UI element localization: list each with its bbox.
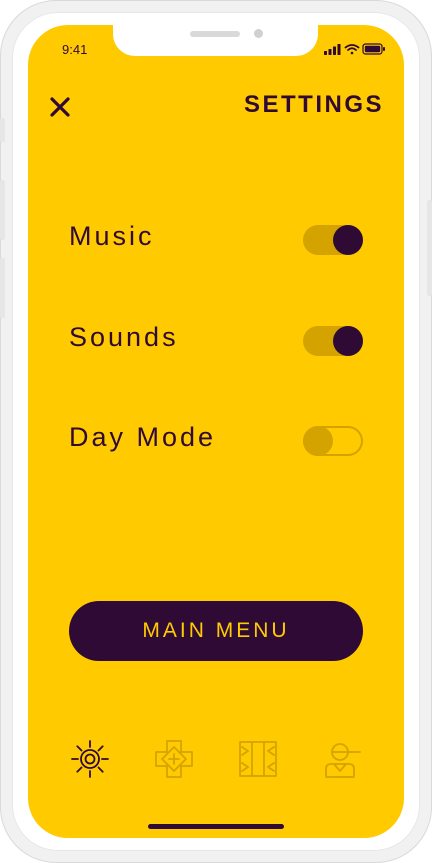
front-camera (254, 29, 263, 38)
dpad-plus-icon (155, 740, 193, 778)
sounds-toggle[interactable] (303, 326, 363, 356)
setting-label-day-mode: Day Mode (69, 422, 217, 452)
signal-icon (324, 44, 341, 55)
wifi-icon (344, 44, 360, 55)
phone-side-button-left-1 (0, 118, 5, 142)
phone-side-button-left-3 (0, 258, 5, 318)
tab-profile[interactable] (320, 737, 364, 781)
sun-settings-icon (71, 740, 109, 778)
setting-row-music: Music (68, 217, 368, 261)
toggle-knob (303, 426, 333, 456)
close-x-icon (50, 97, 70, 117)
tab-board[interactable] (236, 737, 280, 781)
phone-notch (113, 25, 318, 56)
setting-label-music: Music (69, 221, 155, 251)
close-button[interactable] (42, 89, 78, 125)
tab-settings[interactable] (68, 737, 112, 781)
tab-bar (28, 737, 404, 787)
page-title: SETTINGS (243, 91, 384, 118)
main-menu-button[interactable]: MAIN MENU (69, 601, 363, 661)
toggle-knob (333, 225, 363, 255)
home-indicator (148, 824, 284, 829)
setting-row-sounds: Sounds (68, 318, 368, 362)
phone-mockup: 9:41 SETTINGS Music Sounds Day Mode MAIN… (0, 0, 432, 863)
profile-icon (325, 743, 361, 778)
board-icon (239, 741, 277, 777)
battery-icon (362, 43, 385, 55)
app-screen: 9:41 SETTINGS Music Sounds Day Mode MAIN… (28, 25, 404, 838)
setting-label-sounds: Sounds (69, 322, 179, 352)
music-toggle[interactable] (303, 225, 363, 255)
tab-game[interactable] (152, 737, 196, 781)
status-icons (324, 43, 385, 55)
status-time: 9:41 (62, 42, 88, 57)
day-mode-toggle[interactable] (303, 426, 363, 456)
speaker-grille (190, 31, 240, 37)
toggle-knob (333, 326, 363, 356)
phone-side-button-left-2 (0, 180, 5, 240)
setting-row-day-mode: Day Mode (68, 418, 368, 462)
phone-side-button-right (427, 200, 432, 296)
